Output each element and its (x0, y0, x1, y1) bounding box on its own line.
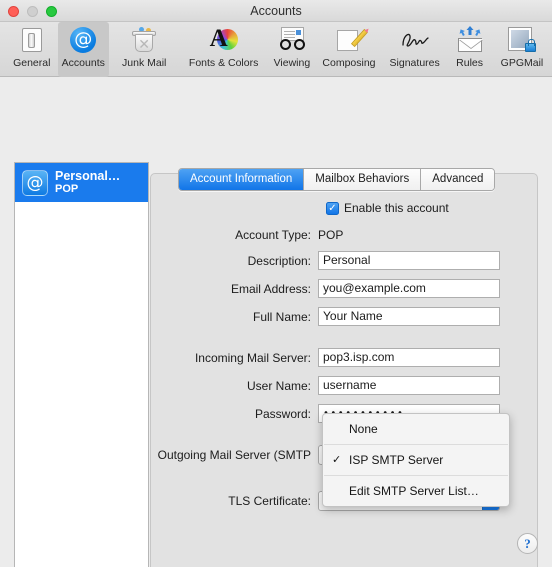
tab-bar: Account Information Mailbox Behaviors Ad… (178, 168, 496, 191)
user-name-input[interactable]: username (318, 376, 500, 395)
menu-item-isp-smtp-server[interactable]: ISP SMTP Server (323, 448, 509, 472)
toolbar-item-general[interactable]: General (6, 22, 58, 69)
accounts-sidebar: @ Personal… POP + − (14, 162, 149, 567)
description-input[interactable]: Personal (318, 251, 500, 270)
enable-account-label: Enable this account (344, 201, 449, 215)
trash-can-icon: ✕ (128, 25, 160, 55)
toolbar-label: Composing (322, 57, 376, 69)
account-type-label: Account Type: (235, 228, 311, 242)
outgoing-mail-server-label: Outgoing Mail Server (SMTP (157, 448, 311, 462)
description-row: Description: Personal (150, 251, 538, 270)
account-type-value: POP (318, 228, 344, 242)
at-sign-icon: @ (67, 25, 99, 55)
preferences-toolbar: General @ Accounts ✕ Junk Mail A Fonts &… (0, 22, 552, 77)
incoming-mail-server-row: Incoming Mail Server: pop3.isp.com (150, 348, 538, 367)
accounts-list[interactable]: @ Personal… POP (15, 163, 148, 567)
toolbar-label: Fonts & Colors (188, 57, 259, 69)
general-icon (16, 25, 48, 55)
window-controls (8, 6, 57, 17)
smtp-server-dropdown-menu: None ISP SMTP Server Edit SMTP Server Li… (322, 413, 510, 507)
help-button[interactable]: ? (517, 533, 538, 554)
incoming-mail-server-input[interactable]: pop3.isp.com (318, 348, 500, 367)
description-label: Description: (247, 253, 311, 268)
minimize-button[interactable] (27, 6, 38, 17)
account-type-row: Account Type: POP (150, 228, 538, 242)
toolbar-item-junk-mail[interactable]: ✕ Junk Mail (109, 22, 179, 69)
pencil-notepad-icon (333, 25, 369, 55)
account-name: Personal… (55, 169, 121, 183)
email-address-label: Email Address: (230, 281, 311, 296)
toolbar-item-composing[interactable]: Composing (316, 22, 382, 69)
email-address-row: Email Address: you@example.com (150, 279, 538, 298)
user-name-label: User Name: (246, 378, 311, 393)
toolbar-label: Viewing (273, 57, 311, 69)
close-button[interactable] (8, 6, 19, 17)
toolbar-label: General (13, 57, 51, 69)
toolbar-item-fonts-colors[interactable]: A Fonts & Colors (179, 22, 267, 70)
menu-item-edit-smtp-server-list[interactable]: Edit SMTP Server List… (323, 479, 509, 503)
menu-separator (324, 444, 508, 445)
title-bar: Accounts (0, 0, 552, 22)
toolbar-label: Junk Mail (122, 57, 167, 69)
toolbar-item-rules[interactable]: Rules (447, 22, 492, 69)
full-name-label: Full Name: (252, 309, 311, 324)
toolbar-label: Rules (456, 57, 484, 69)
tab-advanced[interactable]: Advanced (421, 169, 495, 190)
tab-mailbox-behaviors[interactable]: Mailbox Behaviors (304, 169, 422, 190)
font-color-wheel-icon: A (208, 25, 240, 55)
window-title: Accounts (250, 4, 302, 18)
envelope-arrows-icon (454, 25, 486, 55)
tls-certificate-label: TLS Certificate: (228, 494, 311, 508)
preferences-body: @ Personal… POP + − Account Information … (0, 77, 552, 567)
incoming-mail-server-label: Incoming Mail Server: (194, 350, 311, 365)
zoom-button[interactable] (46, 6, 57, 17)
toolbar-label: GPGMail (500, 57, 544, 69)
enable-account-checkbox[interactable]: ✓ (326, 201, 339, 215)
toolbar-item-accounts[interactable]: @ Accounts (57, 22, 110, 77)
photo-lock-icon (506, 25, 538, 55)
tab-account-information[interactable]: Account Information (179, 169, 305, 190)
full-name-row: Full Name: Your Name (150, 307, 538, 326)
menu-item-none[interactable]: None (323, 417, 509, 441)
signature-glyph (402, 33, 429, 47)
full-name-input[interactable]: Your Name (318, 307, 500, 326)
signature-icon (399, 25, 431, 55)
user-name-row: User Name: username (150, 376, 538, 395)
toolbar-item-gpgmail[interactable]: GPGMail (492, 22, 552, 69)
at-sign-icon: @ (22, 169, 48, 196)
account-type: POP (55, 183, 79, 196)
enable-account-row: ✓ Enable this account (326, 201, 538, 215)
account-labels: Personal… POP (55, 169, 120, 196)
preferences-window: Accounts General @ Accounts ✕ Junk Mail (0, 0, 552, 567)
toolbar-label: Signatures (389, 57, 440, 69)
account-list-item[interactable]: @ Personal… POP (15, 163, 148, 203)
toolbar-item-signatures[interactable]: Signatures (382, 22, 447, 69)
email-address-input[interactable]: you@example.com (318, 279, 500, 298)
password-label: Password: (254, 406, 311, 421)
eyeglasses-icon (276, 25, 308, 55)
toolbar-item-viewing[interactable]: Viewing (268, 22, 316, 69)
toolbar-label: Accounts (61, 57, 105, 69)
menu-separator (324, 475, 508, 476)
